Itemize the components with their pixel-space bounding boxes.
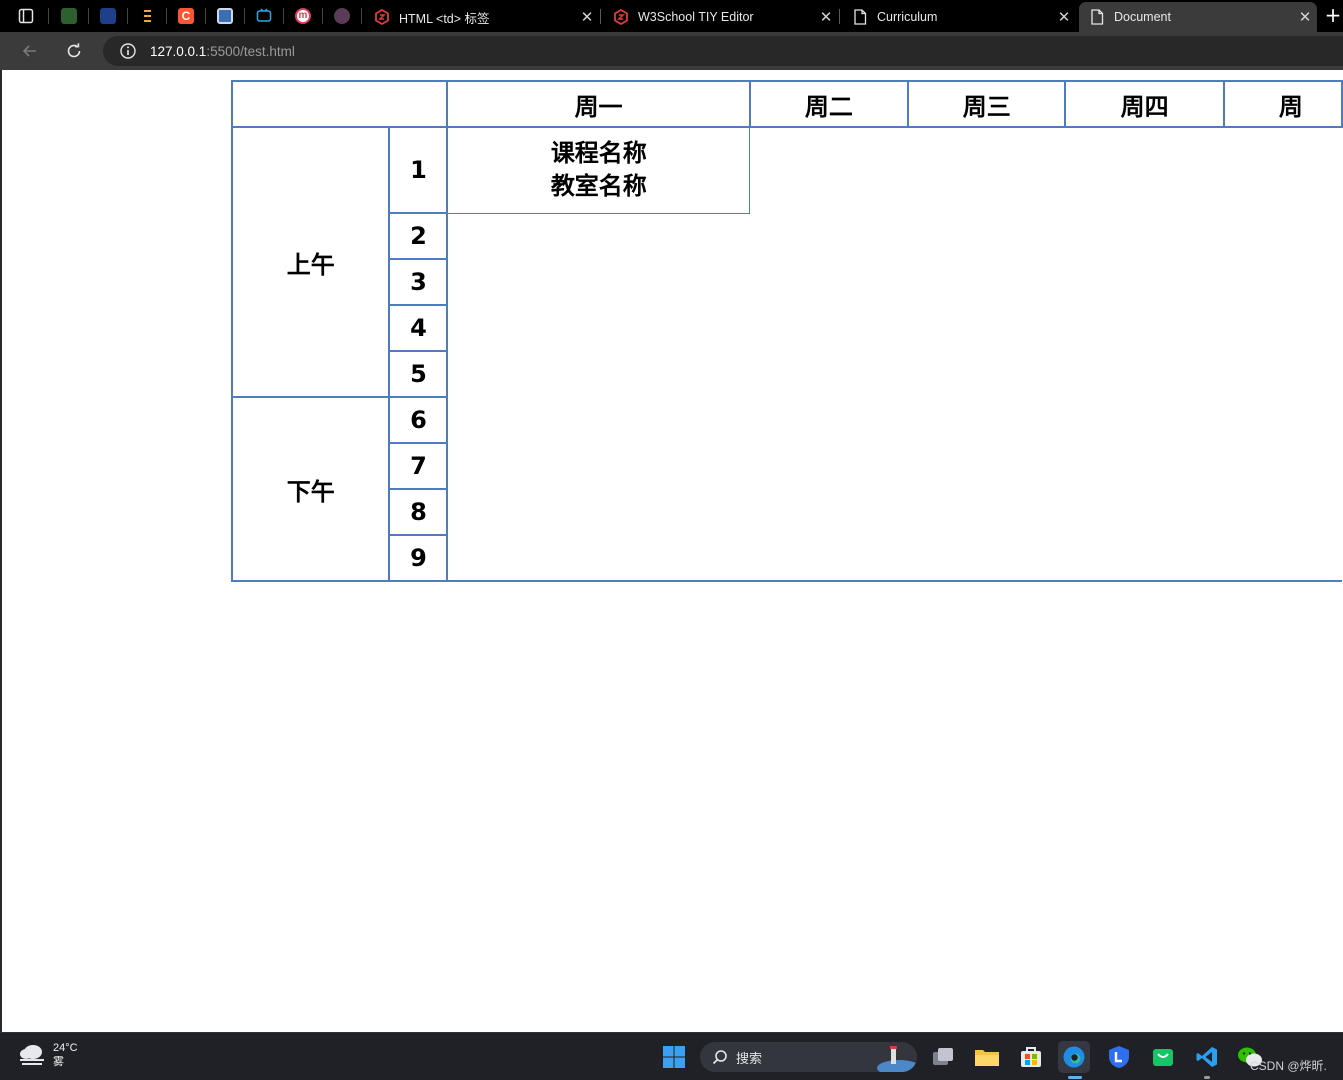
pinned-tab-tv-icon[interactable] — [250, 4, 278, 28]
tab-separator — [48, 8, 49, 24]
period-number: 8 — [388, 488, 449, 536]
morning-label: 上午 — [230, 126, 391, 398]
tab-separator — [88, 8, 89, 24]
close-tab-icon[interactable]: ✕ — [1052, 8, 1076, 26]
tab-html-td[interactable]: HTML <td> 标签 ✕ — [364, 2, 599, 32]
green-chat-app-button[interactable] — [1147, 1041, 1179, 1073]
page-viewport: 周一 周二 周三 周四 周 上午 1 课程名称 教室名称 2 3 4 5 下午 … — [0, 70, 1343, 1032]
address-bar[interactable]: 127.0.0.1:5500/test.html — [103, 36, 1343, 66]
period-number: 1 — [388, 126, 449, 214]
windows-start-button[interactable] — [658, 1041, 690, 1073]
store-icon — [1021, 1047, 1041, 1067]
period-number: 9 — [388, 534, 449, 582]
vscode-icon — [1196, 1047, 1217, 1067]
file-explorer-button[interactable] — [971, 1041, 1003, 1073]
vscode-button[interactable] — [1191, 1041, 1223, 1073]
shield-l-icon — [1109, 1046, 1129, 1068]
reload-button[interactable] — [60, 38, 88, 64]
search-icon — [712, 1050, 727, 1065]
close-tab-icon[interactable]: ✕ — [1293, 8, 1317, 26]
tab-divider — [600, 9, 601, 24]
close-tab-icon[interactable]: ✕ — [814, 8, 838, 26]
close-tab-icon[interactable]: ✕ — [575, 8, 599, 26]
tab-actions-icon[interactable] — [12, 4, 40, 28]
pinned-tab-orange-icon[interactable] — [134, 4, 162, 28]
windows-logo-icon — [663, 1046, 685, 1068]
tab-title: Curriculum — [877, 10, 938, 24]
csdn-watermark: CSDN @烨昕. — [1250, 1059, 1327, 1073]
reload-icon — [67, 43, 81, 58]
period-number: 6 — [388, 396, 449, 444]
tab-separator — [127, 8, 128, 24]
timetable-corner-cell — [230, 80, 449, 128]
taskbar-search[interactable]: 搜索 — [700, 1042, 917, 1072]
folder-icon — [975, 1050, 999, 1066]
tab-title: W3School TIY Editor — [638, 10, 754, 24]
weather-temperature: 24°C — [53, 1042, 78, 1054]
period-number: 3 — [388, 258, 449, 306]
url-host: 127.0.0.1 — [150, 43, 207, 59]
url-path: :5500/test.html — [206, 43, 295, 59]
tab-title: HTML <td> 标签 — [399, 11, 490, 26]
day-header-wednesday: 周三 — [907, 80, 1067, 128]
course-name: 课程名称 — [550, 139, 647, 168]
tab-separator — [244, 8, 245, 24]
pinned-tab-m-icon[interactable]: m — [289, 4, 317, 28]
lark-app-button[interactable] — [1103, 1041, 1135, 1073]
w3school-icon — [613, 9, 629, 25]
tab-separator — [322, 8, 323, 24]
day-header-tuesday: 周二 — [748, 80, 910, 128]
tab-document[interactable]: Document ✕ — [1079, 2, 1317, 32]
tab-separator — [283, 8, 284, 24]
day-header-thursday: 周四 — [1064, 80, 1225, 128]
lighthouse-highlight-icon — [877, 1046, 917, 1072]
period-number: 2 — [388, 212, 449, 260]
windows-taskbar: 24°C 雾 搜索 CSDN @烨昕. — [0, 1032, 1343, 1080]
empty-schedule-area — [447, 213, 1342, 582]
period-number: 5 — [388, 350, 449, 398]
weather-condition: 雾 — [53, 1056, 64, 1068]
tab-separator — [361, 8, 362, 24]
document-icon — [1089, 9, 1105, 25]
tab-separator — [166, 8, 167, 24]
back-arrow-icon — [22, 45, 36, 57]
timetable: 周一 周二 周三 周四 周 上午 1 课程名称 教室名称 2 3 4 5 下午 … — [230, 80, 1343, 582]
pinned-tab-blue-icon[interactable] — [94, 4, 122, 28]
pinned-tab-mail-icon[interactable] — [211, 4, 239, 28]
browser-tab-strip: C m HTML <td> 标签 ✕ W3School TIY Editor ✕… — [0, 0, 1343, 32]
period-number: 4 — [388, 304, 449, 352]
fog-cloud-icon — [20, 1045, 44, 1065]
edge-running-indicator — [1068, 1076, 1082, 1079]
period-number: 7 — [388, 442, 449, 490]
course-room: 教室名称 — [550, 172, 647, 201]
new-tab-button[interactable]: + — [1323, 4, 1343, 28]
pinned-tab-green-icon[interactable] — [55, 4, 83, 28]
edge-icon — [1063, 1046, 1085, 1068]
task-view-button[interactable] — [927, 1041, 959, 1073]
vscode-running-indicator — [1204, 1076, 1210, 1079]
document-icon — [852, 9, 868, 25]
green-bag-icon — [1153, 1049, 1173, 1066]
back-button[interactable] — [16, 38, 44, 64]
tab-separator — [205, 8, 206, 24]
search-label: 搜索 — [736, 1051, 763, 1067]
day-header-friday: 周 — [1222, 80, 1343, 128]
site-info-icon[interactable] — [119, 42, 137, 60]
w3school-icon — [374, 9, 390, 25]
weather-widget[interactable]: 24°C 雾 — [18, 1041, 78, 1069]
day-header-monday: 周一 — [446, 80, 751, 128]
edge-browser-button[interactable] — [1058, 1041, 1090, 1073]
pinned-tab-circle-icon[interactable] — [328, 4, 356, 28]
course-cell: 课程名称 教室名称 — [446, 126, 751, 214]
microsoft-store-button[interactable] — [1015, 1041, 1047, 1073]
browser-toolbar: 127.0.0.1:5500/test.html — [0, 32, 1343, 70]
tab-w3school-tiy[interactable]: W3School TIY Editor ✕ — [603, 2, 838, 32]
pinned-tab-csdn-icon[interactable]: C — [172, 4, 200, 28]
afternoon-label: 下午 — [230, 396, 391, 582]
tab-curriculum[interactable]: Curriculum ✕ — [842, 2, 1076, 32]
tab-divider — [839, 9, 840, 24]
task-view-icon — [933, 1048, 953, 1065]
tab-title: Document — [1114, 10, 1171, 24]
